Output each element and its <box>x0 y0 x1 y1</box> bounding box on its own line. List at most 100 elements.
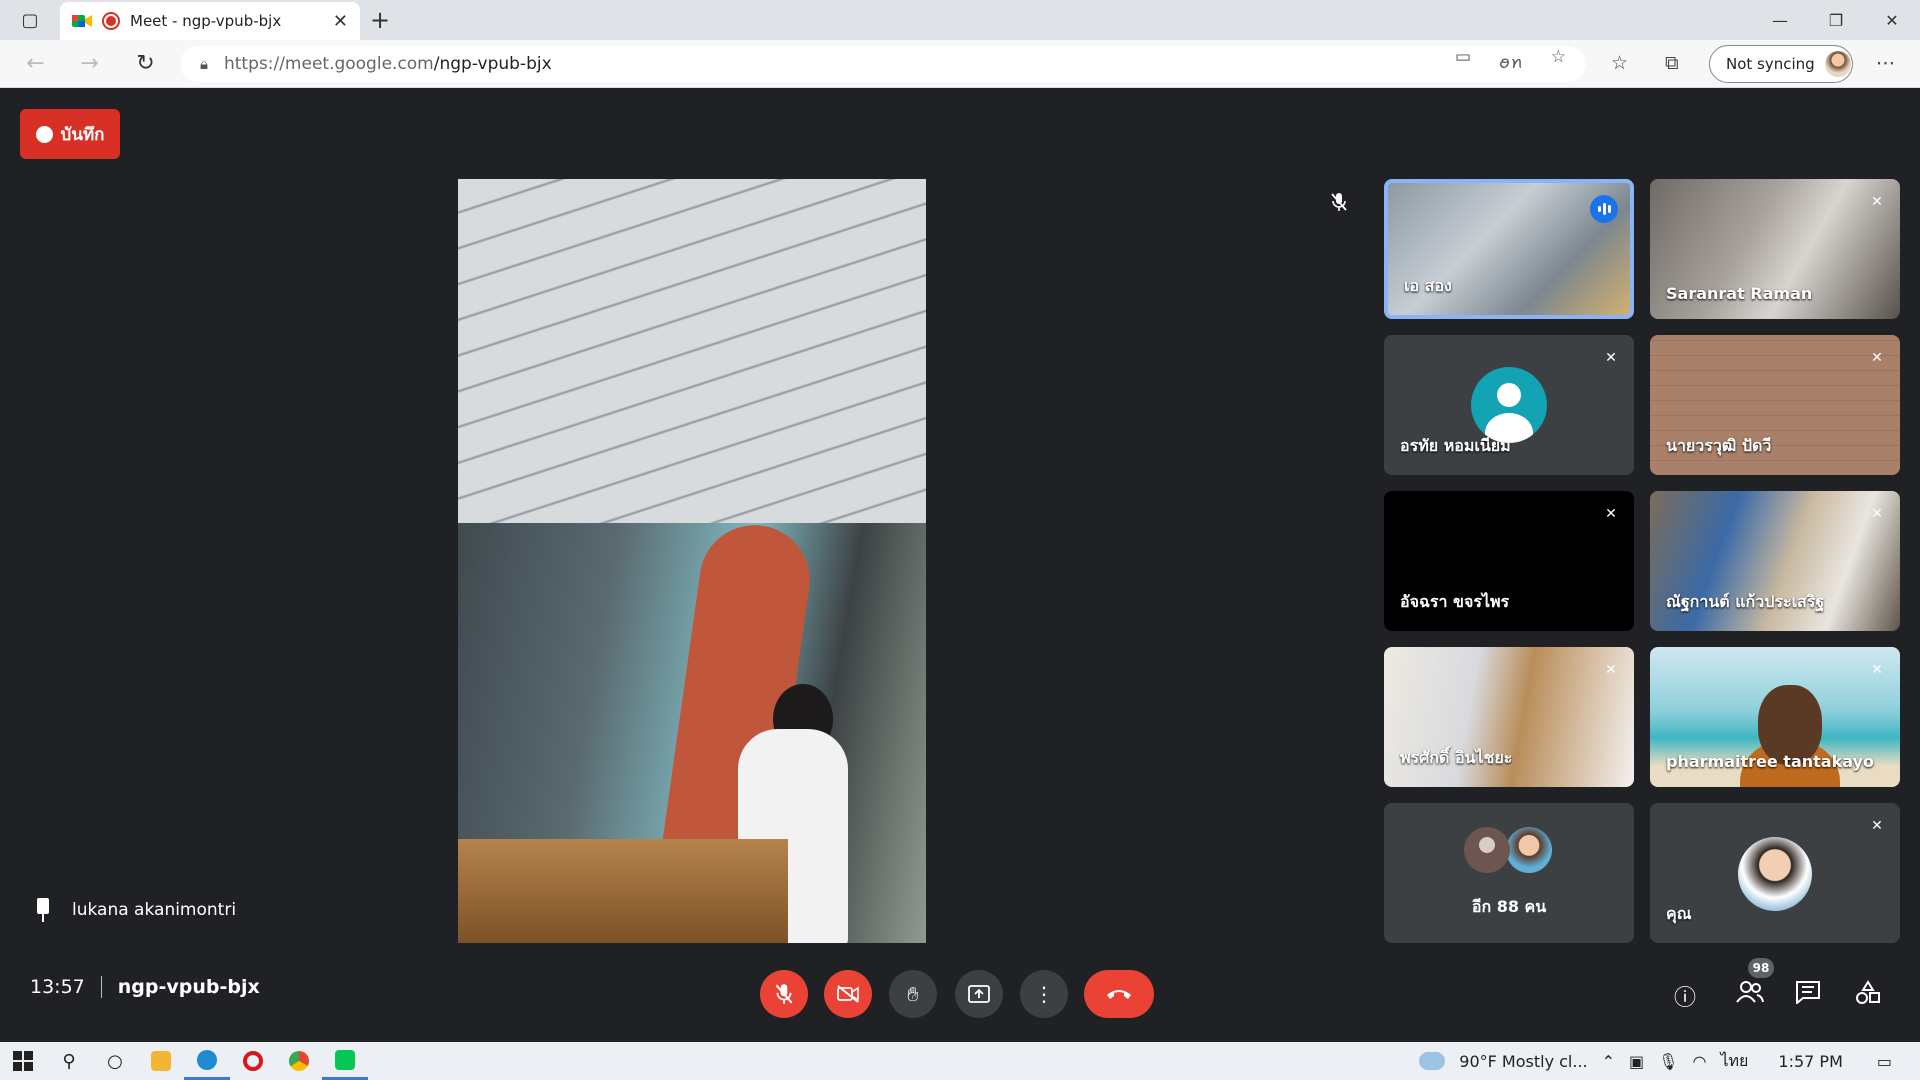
input-language[interactable]: ไทย <box>1720 1049 1748 1074</box>
present-screen-button[interactable] <box>955 970 1003 1018</box>
participant-avatar <box>1506 827 1552 873</box>
present-icon <box>968 985 990 1003</box>
weather-text[interactable]: 90°F Mostly cl... <box>1459 1052 1587 1071</box>
minimize-icon[interactable]: — <box>1752 0 1808 40</box>
url-host: https://meet.google.com <box>223 54 434 74</box>
participant-name: พรศักดิ์ อินไชยะ <box>1400 748 1513 767</box>
browser-tab-meet[interactable]: Meet - ngp-vpub-bjx ✕ <box>60 2 360 40</box>
recording-badge[interactable]: บันทึก <box>20 109 120 159</box>
camera-in-use-icon[interactable]: ▭ <box>1455 47 1471 82</box>
camera-toggle-button[interactable] <box>824 970 872 1018</box>
mic-off-icon: ✕ <box>1871 662 1883 678</box>
meet-stage: บันทึก lukana akanimontri เอ สอง ✕ Saran… <box>0 88 1920 1042</box>
chrome-icon[interactable] <box>276 1042 322 1080</box>
weather-icon[interactable] <box>1419 1052 1446 1070</box>
lock-icon[interactable]: 🔒︎ <box>200 55 208 73</box>
mic-off-icon: ✕ <box>1605 350 1617 366</box>
read-aloud-icon[interactable]: ꪮꪀ <box>1499 47 1523 82</box>
maximize-icon[interactable]: ❐ <box>1808 0 1864 40</box>
tab-actions-icon[interactable]: ▢ <box>0 0 60 40</box>
more-options-button[interactable]: ⋮ <box>1020 970 1068 1018</box>
file-explorer-icon[interactable] <box>138 1042 184 1080</box>
people-icon[interactable] <box>1735 980 1765 1010</box>
collections-icon[interactable]: ⧉ <box>1665 52 1679 74</box>
search-icon[interactable]: ⚲ <box>46 1042 92 1080</box>
forward-icon[interactable]: → <box>62 40 117 88</box>
raise-hand-button[interactable]: ✋︎ <box>889 970 937 1018</box>
more-vert-icon: ⋮ <box>1034 982 1054 1006</box>
mic-off-icon: ✕ <box>1871 350 1883 366</box>
task-view-icon[interactable]: ○ <box>92 1042 138 1080</box>
mic-off-icon: ✕ <box>1605 662 1617 678</box>
close-tab-icon[interactable]: ✕ <box>333 11 348 32</box>
profile-button[interactable]: Not syncing <box>1709 45 1853 83</box>
browser-toolbar: ← → ↻ 🔒︎ https://meet.google.com/ngp-vpu… <box>0 40 1920 88</box>
tab-title: Meet - ngp-vpub-bjx <box>130 12 282 30</box>
default-avatar-icon <box>1471 367 1547 443</box>
microphone-toggle-button[interactable] <box>760 970 808 1018</box>
opera-icon[interactable] <box>230 1042 276 1080</box>
add-favorite-icon[interactable]: ☆ <box>1551 47 1566 82</box>
participant-name: pharmaitree tantakayo <box>1666 752 1874 771</box>
participant-tile[interactable]: เอ สอง <box>1384 179 1634 319</box>
wifi-icon[interactable]: ◠ <box>1692 1052 1706 1071</box>
notifications-icon[interactable]: ▭ <box>1877 1052 1892 1071</box>
hand-icon: ✋︎ <box>907 982 919 1006</box>
profile-avatar <box>1824 51 1851 77</box>
sync-status-label: Not syncing <box>1726 55 1815 73</box>
self-avatar <box>1738 837 1812 911</box>
participant-tile[interactable]: ✕ พรศักดิ์ อินไชยะ <box>1384 647 1634 787</box>
more-participants-tile[interactable]: อีก 88 คน <box>1384 803 1634 943</box>
hangup-icon <box>1107 990 1131 999</box>
system-tray: 90°F Mostly cl... ⌃ ▣ 🎙︎ ◠ ไทย 1:57 PM ▭ <box>1419 1042 1920 1080</box>
camera-off-icon <box>837 985 859 1003</box>
recording-indicator-icon <box>102 12 120 30</box>
mic-off-icon <box>775 984 793 1004</box>
edge-icon[interactable] <box>184 1042 230 1080</box>
participant-name: เอ สอง <box>1404 276 1452 295</box>
participant-tile[interactable]: ✕ อัจฉรา ขจรไพร <box>1384 491 1634 631</box>
meeting-details: 13:57 ngp-vpub-bjx <box>30 976 260 998</box>
address-bar[interactable]: 🔒︎ https://meet.google.com/ngp-vpub-bjx … <box>180 46 1586 82</box>
self-name: คุณ <box>1666 904 1692 923</box>
chat-icon[interactable] <box>1795 980 1821 1010</box>
meet-control-bar: 13:57 ngp-vpub-bjx ✋︎ ⋮ ⓘ 98 <box>0 948 1920 1042</box>
participant-tile[interactable]: ✕ อรทัย หอมเนียม <box>1384 335 1634 475</box>
windows-start-icon[interactable] <box>0 1042 46 1080</box>
new-tab-icon[interactable]: + <box>370 6 390 34</box>
default-avatar-icon <box>1464 827 1510 873</box>
pinned-mic-off-icon <box>1330 192 1348 217</box>
url-path: /ngp-vpub-bjx <box>433 54 552 74</box>
participant-tile[interactable]: ✕ pharmaitree tantakayo <box>1650 647 1900 787</box>
mic-off-icon: ✕ <box>1871 194 1883 210</box>
refresh-icon[interactable]: ↻ <box>118 40 173 88</box>
taskbar-clock[interactable]: 1:57 PM <box>1778 1052 1842 1071</box>
more-participants-avatars <box>1464 827 1552 873</box>
windows-taskbar: ⚲ ○ 90°F Mostly cl... ⌃ ▣ 🎙︎ ◠ ไทย 1:57 … <box>0 1042 1920 1080</box>
leave-call-button[interactable] <box>1084 970 1154 1018</box>
participant-tile[interactable]: ✕ Saranrat Raman <box>1650 179 1900 319</box>
line-app-icon[interactable] <box>322 1042 368 1080</box>
pinned-video[interactable] <box>458 179 926 943</box>
participant-count-badge: 98 <box>1748 958 1774 978</box>
network-icon[interactable]: ▣ <box>1629 1052 1644 1071</box>
microphone-tray-icon[interactable]: 🎙︎ <box>1658 1052 1678 1071</box>
close-window-icon[interactable]: ✕ <box>1864 0 1920 40</box>
pinned-participant-name: lukana akanimontri <box>72 900 237 920</box>
participant-tile[interactable]: ✕ นายวรวุฒิ ปัดวี <box>1650 335 1900 475</box>
record-dot-icon <box>35 125 53 143</box>
settings-more-icon[interactable]: ⋯ <box>1876 52 1895 74</box>
self-tile[interactable]: ✕ คุณ <box>1650 803 1900 943</box>
pin-icon[interactable] <box>34 898 52 922</box>
back-icon[interactable]: ← <box>8 40 63 88</box>
show-hidden-icons-icon[interactable]: ⌃ <box>1602 1052 1615 1071</box>
more-participants-count: อีก 88 คน <box>1471 897 1547 916</box>
participant-name: อรทัย หอมเนียม <box>1400 436 1511 455</box>
activities-icon[interactable] <box>1855 980 1881 1012</box>
meeting-details-icon[interactable]: ⓘ <box>1674 980 1696 1012</box>
meeting-code: ngp-vpub-bjx <box>117 976 260 998</box>
browser-tab-strip: ▢ Meet - ngp-vpub-bjx ✕ + — ❐ ✕ <box>0 0 1920 40</box>
participant-tile[interactable]: ✕ ณัฐกานต์ แก้วประเสริฐ <box>1650 491 1900 631</box>
mic-off-icon: ✕ <box>1605 506 1617 522</box>
favorites-icon[interactable]: ☆ <box>1611 52 1628 74</box>
